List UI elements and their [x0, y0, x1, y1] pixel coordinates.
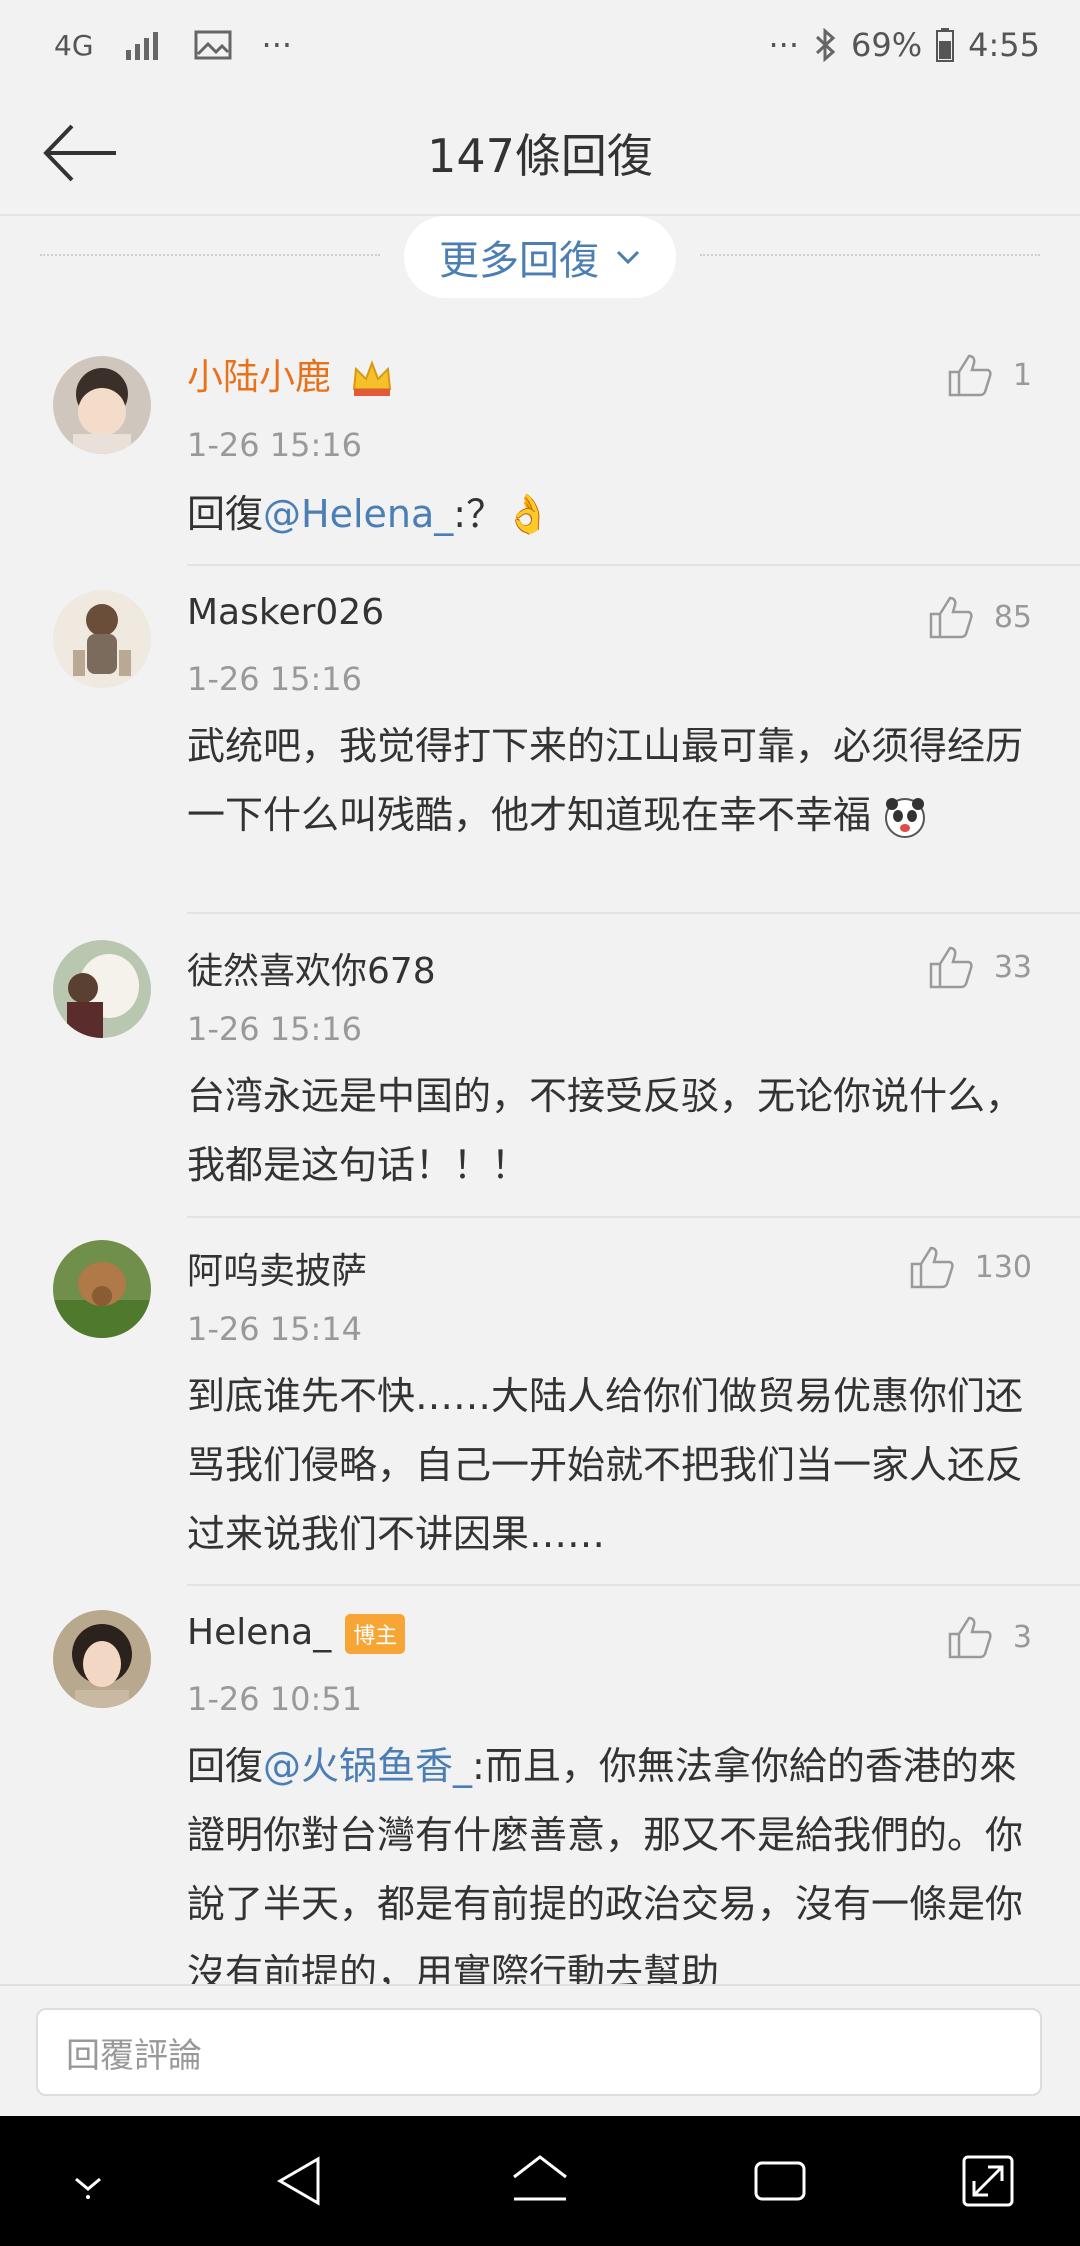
timestamp: 1-26 15:16 — [187, 660, 363, 698]
reply-input-bar: 回覆評論 — [0, 1984, 1080, 2116]
more-replies-label: 更多回復 — [439, 238, 599, 284]
more-status-icon: ··· — [768, 26, 800, 64]
like-count: 1 — [1012, 357, 1032, 393]
username[interactable]: 小陆小鹿 — [187, 348, 394, 400]
timestamp: 1-26 15:16 — [187, 426, 363, 464]
username[interactable]: 徒然喜欢你678 — [187, 942, 436, 994]
mention-link[interactable]: @火锅鱼香_ — [263, 1744, 472, 1788]
divider — [187, 564, 1080, 566]
like-button[interactable]: 33 — [928, 944, 1032, 990]
comment-text: 回復@Helena_:？👌 — [187, 492, 552, 536]
network-indicator: 4G — [54, 28, 94, 62]
comment-text: 到底谁先不快……大陆人给你们做贸易优惠你们还骂我们侵略，自己一开始就不把我们当一… — [187, 1374, 1024, 1556]
comment-text: 回復@火锅鱼香_:而且，你無法拿你給的香港的來證明你對台灣有什麼善意，那又不是給… — [187, 1744, 1024, 1984]
thumbs-up-icon — [948, 1616, 992, 1659]
expand-screen-icon[interactable] — [958, 2151, 1018, 2211]
reply-input[interactable]: 回覆評論 — [36, 2008, 1042, 2096]
avatar[interactable] — [53, 356, 151, 454]
thumbs-up-icon — [929, 946, 973, 989]
like-count: 130 — [974, 1249, 1032, 1285]
like-count: 33 — [993, 949, 1032, 985]
avatar[interactable] — [53, 1240, 151, 1338]
divider — [187, 912, 1080, 914]
comment-text: 武统吧，我觉得打下来的江山最可靠，必须得经历一下什么叫残酷，他才知道现在幸不幸福 — [187, 712, 1037, 850]
back-nav-icon[interactable] — [270, 2151, 330, 2211]
timestamp: 1-26 10:51 — [187, 1680, 363, 1718]
like-button[interactable]: 85 — [928, 594, 1032, 640]
mention-link[interactable]: @Helena_ — [263, 492, 453, 536]
timestamp: 1-26 15:16 — [187, 1010, 363, 1048]
avatar[interactable] — [53, 1610, 151, 1708]
avatar[interactable] — [53, 590, 151, 688]
more-replies-row: 更多回復 — [0, 216, 1080, 298]
status-bar: 4G ··· ··· 69% 4:55 — [0, 0, 1080, 90]
username[interactable]: Helena_ 博主 — [187, 1612, 406, 1654]
system-nav-bar — [0, 2116, 1080, 2246]
hide-keyboard-icon[interactable] — [58, 2151, 118, 2211]
like-count: 3 — [1012, 1619, 1032, 1655]
page-title: 147條回復 — [427, 129, 653, 183]
username[interactable]: Masker026 — [187, 592, 384, 633]
recent-apps-icon[interactable] — [750, 2151, 810, 2211]
clock: 4:55 — [968, 26, 1040, 64]
username[interactable]: 阿呜卖披萨 — [187, 1242, 367, 1294]
crown-icon — [353, 360, 392, 396]
thumbs-up-icon — [929, 596, 973, 639]
comment-text: 台湾永远是中国的，不接受反驳，无论你说什么，我都是这句话！！！ — [187, 1074, 1024, 1187]
divider — [187, 1584, 1080, 1586]
thumbs-up-icon — [948, 354, 992, 397]
more-notifications-icon: ··· — [261, 26, 293, 64]
thumbs-up-icon — [910, 1246, 954, 1289]
like-button[interactable]: 130 — [909, 1244, 1032, 1290]
signal-icon — [125, 32, 158, 60]
battery-percent: 69% — [851, 26, 923, 64]
divider-right — [700, 254, 1040, 256]
page-header: 147條回復 — [0, 90, 1080, 216]
divider-left — [40, 254, 380, 256]
more-replies-button[interactable]: 更多回復 — [404, 216, 676, 298]
like-button[interactable]: 1 — [947, 352, 1032, 398]
home-nav-icon[interactable] — [510, 2151, 570, 2211]
image-icon — [194, 30, 232, 60]
bluetooth-icon — [815, 28, 836, 62]
divider — [187, 1216, 1080, 1218]
timestamp: 1-26 15:14 — [187, 1310, 363, 1348]
battery-icon — [936, 28, 955, 62]
avatar[interactable] — [53, 940, 151, 1038]
like-button[interactable]: 3 — [947, 1614, 1032, 1660]
like-count: 85 — [993, 599, 1032, 635]
panda-emoji-icon — [885, 797, 926, 838]
author-badge: 博主 — [345, 1614, 406, 1654]
chevron-down-icon — [616, 250, 640, 265]
